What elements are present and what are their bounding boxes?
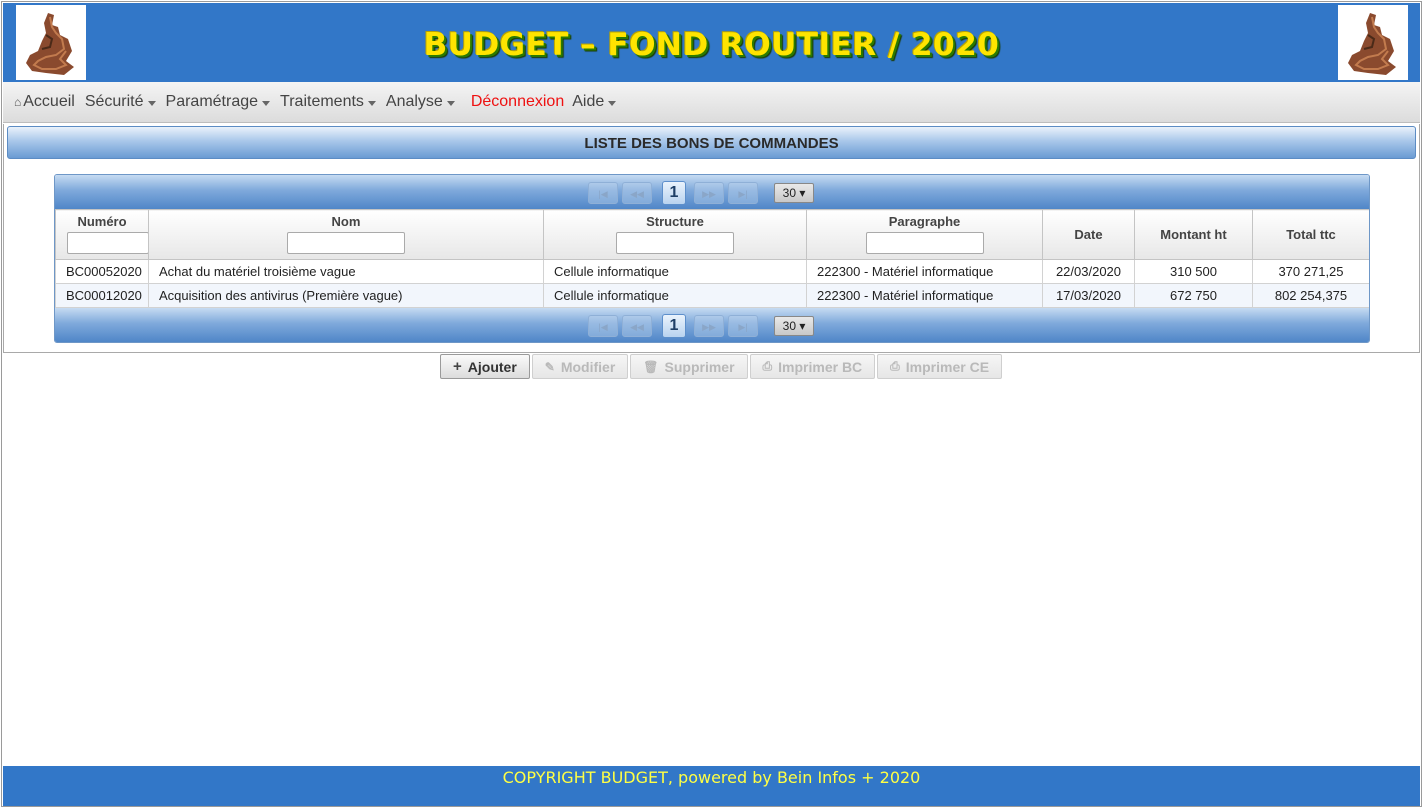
rows-per-page-select[interactable]: 30 ▾ [774, 183, 814, 203]
filter-nom-input[interactable] [287, 232, 405, 254]
printer-icon: ⎙ [762, 359, 773, 373]
menu-aide-label: Aide [572, 93, 605, 110]
rows-per-page-select[interactable]: 30 ▾ [774, 316, 814, 336]
edit-button-label: Modifier [560, 358, 616, 375]
next-page-button[interactable]: ▶▶ [694, 315, 724, 337]
header-structure-label: Structure [646, 214, 704, 229]
menu-logout[interactable]: Déconnexion [471, 93, 564, 111]
menu-traitements-label: Traitements [280, 93, 364, 110]
table-header-row: Numéro Nom Structure Paragraphe Date Mon… [55, 209, 1369, 260]
print-ce-button[interactable]: ⎙ Imprimer CE [877, 354, 1003, 379]
plus-icon: + [453, 358, 462, 375]
prev-page-button[interactable]: ◀◀ [622, 182, 652, 204]
orders-datagrid: |◀ ◀◀ 1 ▶▶ ▶| 30 ▾ Numéro Nom Structure … [54, 174, 1370, 343]
filter-structure-input[interactable] [616, 232, 734, 254]
add-button[interactable]: + Ajouter [440, 354, 530, 379]
delete-button[interactable]: 🗑 Supprimer [630, 354, 748, 379]
paginator-top: |◀ ◀◀ 1 ▶▶ ▶| 30 ▾ [55, 175, 1369, 209]
cell-nom: Achat du matériel troisième vague [148, 259, 544, 284]
menu-home[interactable]: ⌂ Accueil [14, 93, 75, 111]
header-date[interactable]: Date [1042, 209, 1135, 260]
pencil-icon: ✎ [544, 359, 555, 374]
last-page-button[interactable]: ▶| [728, 315, 758, 337]
print-bc-button-label: Imprimer BC [778, 358, 863, 375]
action-toolbar: + Ajouter ✎ Modifier 🗑 Supprimer ⎙ Impri… [440, 354, 1004, 379]
menu-securite[interactable]: Sécurité [85, 93, 156, 111]
home-icon: ⌂ [14, 95, 22, 109]
app-header: BUDGET – FOND ROUTIER / 2020 [3, 3, 1420, 82]
header-numero-label: Numéro [77, 214, 127, 229]
menu-aide[interactable]: Aide [572, 93, 617, 111]
table-row[interactable]: BC00012020 Acquisition des antivirus (Pr… [55, 283, 1369, 308]
menu-home-label: Accueil [23, 93, 75, 110]
cameroon-map-logo-right [1338, 5, 1408, 80]
cell-montant-ht: 672 750 [1134, 283, 1253, 308]
caret-down-icon [262, 100, 271, 106]
menu-traitements[interactable]: Traitements [280, 93, 376, 111]
caret-down-icon [367, 100, 376, 106]
panel-title: LISTE DES BONS DE COMMANDES [7, 126, 1416, 159]
menu-securite-label: Sécurité [84, 93, 144, 110]
orders-table: Numéro Nom Structure Paragraphe Date Mon… [55, 209, 1369, 308]
cell-numero: BC00012020 [55, 283, 149, 308]
next-page-button[interactable]: ▶▶ [694, 182, 724, 204]
menu-analyse-label: Analyse [385, 93, 443, 110]
cell-paragraphe: 222300 - Matériel informatique [806, 259, 1043, 284]
header-nom-label: Nom [331, 214, 361, 229]
header-paragraphe-label: Paragraphe [888, 214, 961, 229]
cell-numero: BC00052020 [55, 259, 149, 284]
header-montant-ht[interactable]: Montant ht [1134, 209, 1253, 260]
cell-structure: Cellule informatique [543, 259, 807, 284]
print-ce-button-label: Imprimer CE [905, 358, 990, 375]
caret-down-icon [446, 100, 455, 106]
cell-date: 17/03/2020 [1042, 283, 1135, 308]
header-structure: Structure [543, 209, 807, 260]
trash-icon: 🗑 [643, 359, 659, 374]
cell-total-ttc: 802 254,375 [1252, 283, 1369, 308]
filter-numero-input[interactable] [67, 232, 149, 254]
copyright-text: COPYRIGHT BUDGET, powered by Bein Infos … [502, 768, 921, 787]
last-page-button[interactable]: ▶| [728, 182, 758, 204]
main-menubar: ⌂ Accueil Sécurité Paramétrage Traitemen… [3, 82, 1420, 123]
prev-page-button[interactable]: ◀◀ [622, 315, 652, 337]
cell-date: 22/03/2020 [1042, 259, 1135, 284]
delete-button-label: Supprimer [664, 358, 735, 375]
table-row[interactable]: BC00052020 Achat du matériel troisième v… [55, 259, 1369, 284]
paginator-bottom: |◀ ◀◀ 1 ▶▶ ▶| 30 ▾ [55, 308, 1369, 342]
cell-paragraphe: 222300 - Matériel informatique [806, 283, 1043, 308]
caret-down-icon [608, 100, 617, 106]
filter-paragraphe-input[interactable] [865, 232, 984, 254]
header-numero: Numéro [55, 209, 149, 260]
menu-parametrage[interactable]: Paramétrage [166, 93, 271, 111]
app-title: BUDGET – FOND ROUTIER / 2020 [423, 27, 1000, 63]
menu-parametrage-label: Paramétrage [165, 93, 259, 110]
page-number-button[interactable]: 1 [662, 314, 686, 338]
cell-structure: Cellule informatique [543, 283, 807, 308]
cell-nom: Acquisition des antivirus (Première vagu… [148, 283, 544, 308]
first-page-button[interactable]: |◀ [588, 182, 618, 204]
menu-analyse[interactable]: Analyse [386, 93, 455, 111]
header-paragraphe: Paragraphe [806, 209, 1043, 260]
add-button-label: Ajouter [467, 358, 517, 375]
cell-total-ttc: 370 271,25 [1252, 259, 1369, 284]
printer-icon: ⎙ [890, 359, 900, 373]
header-nom: Nom [148, 209, 544, 260]
header-total-ttc[interactable]: Total ttc [1252, 209, 1369, 260]
first-page-button[interactable]: |◀ [588, 315, 618, 337]
page-number-button[interactable]: 1 [662, 181, 686, 205]
app-footer: COPYRIGHT BUDGET, powered by Bein Infos … [3, 766, 1420, 806]
cell-montant-ht: 310 500 [1134, 259, 1253, 284]
caret-down-icon [147, 100, 156, 106]
edit-button[interactable]: ✎ Modifier [531, 354, 629, 379]
print-bc-button[interactable]: ⎙ Imprimer BC [749, 354, 876, 379]
